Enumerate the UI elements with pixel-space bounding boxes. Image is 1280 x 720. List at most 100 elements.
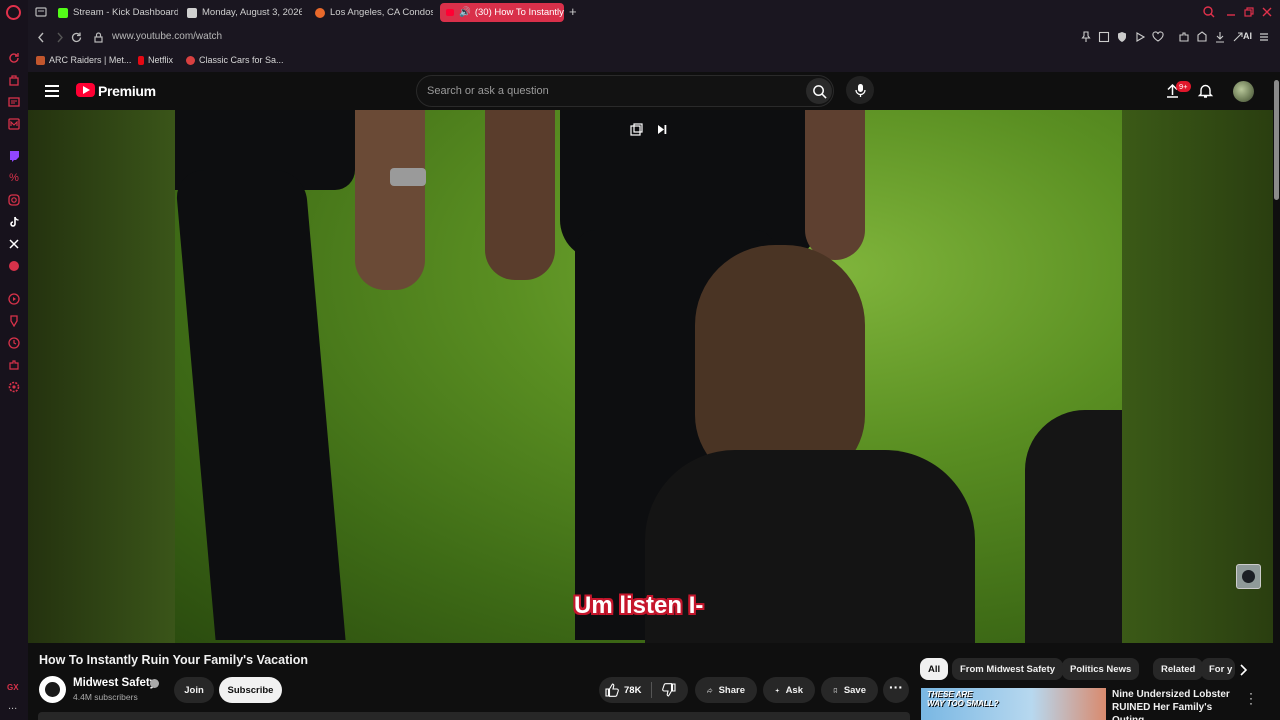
address-bar: www.youtube.com/watch AI [28,25,1280,50]
page-scrollbar[interactable] [1273,72,1280,720]
cars-favicon-icon [186,55,195,65]
url-text[interactable]: www.youtube.com/watch [112,31,222,42]
youtube-logo-icon[interactable] [76,83,95,97]
browser-sidebar: % GX ... [0,0,28,720]
share-icon [707,687,713,693]
twitch-icon[interactable] [8,150,20,162]
pin-tab-icon[interactable] [1080,31,1092,43]
video-player[interactable] [175,110,1122,643]
recommendation-title[interactable]: Nine Undersized Lobster RUINED Her Famil… [1112,688,1237,720]
search-tabs-icon[interactable] [1202,5,1216,19]
opera-logo-icon[interactable] [6,5,21,20]
shield-icon[interactable] [1116,31,1128,43]
new-tab-button[interactable]: + [569,4,577,19]
like-icon[interactable] [605,683,619,697]
restore-icon[interactable] [1242,5,1256,19]
tab-label: Stream - Kick Dashboard [73,7,178,18]
heart-icon[interactable] [1152,31,1164,43]
sidebar-player-icon[interactable] [8,293,20,305]
bookmark-arc-raiders[interactable]: ARC Raiders | Met... [36,55,131,65]
tab-menu-icon[interactable] [34,5,48,19]
wallet-icon[interactable] [1196,31,1208,43]
sidebar-extensions-icon[interactable] [8,359,20,371]
recommendation-menu-icon[interactable]: · · · [1249,687,1253,709]
chip-for-you[interactable]: For y [1201,658,1235,680]
chip-politics-news[interactable]: Politics News [1062,658,1140,680]
download-icon[interactable] [1214,31,1226,43]
minimize-icon[interactable] [1224,5,1238,19]
ask-button[interactable]: Ask [763,677,815,703]
sidebar-pin-icon[interactable] [8,315,20,327]
chip-from-channel[interactable]: From Midwest Safety [952,658,1064,680]
channel-avatar[interactable] [39,676,66,703]
sidebar-percent-icon[interactable]: % [8,172,20,184]
youtube-premium-label[interactable]: Premium [98,83,156,99]
tab-kick[interactable]: Stream - Kick Dashboard [58,3,178,22]
sidebar-mail-icon[interactable] [8,118,20,130]
channel-name[interactable]: Midwest Safety [73,677,156,689]
play-icon[interactable] [1134,31,1146,43]
like-count[interactable]: 78K [624,685,641,696]
tab-date[interactable]: Monday, August 3, 2026 T [187,3,302,22]
sidebar-history-icon[interactable] [8,337,20,349]
sidebar-settings-icon[interactable] [8,381,20,393]
chevron-right-icon[interactable] [1237,663,1249,677]
tiktok-icon[interactable] [8,216,20,228]
channel-watermark-icon[interactable] [1236,564,1261,589]
officer-right-arm [485,110,555,280]
ambient-left [28,110,175,643]
snapshot-icon[interactable] [1098,31,1110,43]
tab-bar: Stream - Kick Dashboard Monday, August 3… [28,0,1280,25]
more-actions-button[interactable]: ··· [883,677,909,703]
miniplayer-icon[interactable] [630,123,643,136]
chip-related[interactable]: Related [1153,658,1204,680]
search-input[interactable] [427,82,797,100]
notifications-bell-icon[interactable] [1197,82,1214,99]
hamburger-menu-icon[interactable] [45,85,59,97]
description-box-edge[interactable] [38,712,910,720]
menu-icon[interactable] [1258,31,1270,43]
dislike-icon[interactable] [662,683,676,697]
notification-badge: 9+ [1176,81,1191,92]
sidebar-refresh-icon[interactable] [8,52,20,64]
thumbnail-text-line: WAY TOO SMALL? [927,699,999,708]
share-button[interactable]: Share [695,677,757,703]
foreground-shadow [1025,410,1122,643]
chip-all[interactable]: All [920,658,949,680]
tab-condos[interactable]: Los Angeles, CA Condos f [315,3,433,22]
like-separator [651,682,652,698]
sidebar-app-icon[interactable] [8,260,20,272]
scrollbar-thumb[interactable] [1274,80,1279,200]
x-icon[interactable] [8,238,20,250]
sidebar-news-icon[interactable] [8,96,20,108]
close-icon[interactable] [1260,5,1274,19]
skip-next-icon[interactable] [655,123,668,136]
ai-button[interactable]: AI [1243,31,1252,41]
bookmark-netflix[interactable]: Netflix [138,55,173,65]
screen: % GX ... Stream - Kick Dashboard Monday,… [0,0,1280,720]
extensions-icon[interactable] [1178,31,1190,43]
tab-youtube[interactable]: 🔊 (30) How To Instantly R [440,3,564,22]
realestate-favicon-icon [315,7,325,18]
lock-icon[interactable] [92,31,105,44]
recommendation-thumbnail[interactable]: THESE ARE WAY TOO SMALL? [921,688,1106,720]
gx-label[interactable]: GX [7,683,19,692]
voice-search-button[interactable] [846,76,874,104]
instagram-icon[interactable] [8,194,20,206]
bookmark-classic-cars[interactable]: Classic Cars for Sa... [186,55,284,65]
netflix-favicon-icon [138,55,144,65]
save-button[interactable]: Save [821,677,878,703]
search-button[interactable] [806,78,832,104]
join-button[interactable]: Join [174,677,214,703]
user-avatar[interactable] [1233,81,1254,102]
sidebar-bag-icon[interactable] [8,74,20,86]
like-dislike-group: 78K [599,677,688,703]
back-icon[interactable] [35,31,48,44]
subscribe-button[interactable]: Subscribe [219,677,282,703]
save-label: Save [843,684,866,696]
forward-icon[interactable] [53,31,66,44]
sidebar-more-icon[interactable]: ... [8,700,17,712]
reload-icon[interactable] [70,31,83,44]
bookmark-label: Netflix [148,55,174,65]
speaker-icon[interactable]: 🔊 [459,7,471,18]
